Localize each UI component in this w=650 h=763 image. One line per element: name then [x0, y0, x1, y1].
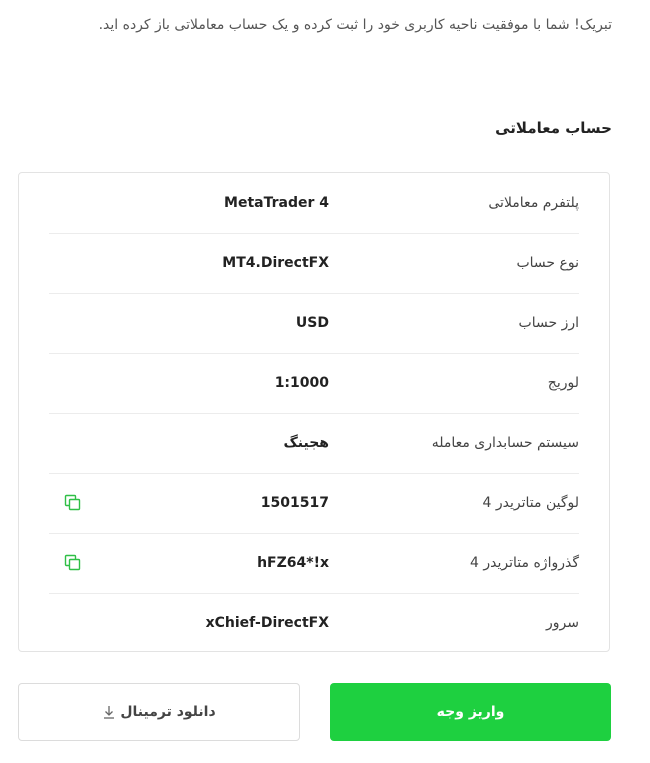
deposit-button[interactable]: واریز وجه: [330, 683, 611, 741]
row-label: نوع حساب: [516, 255, 579, 271]
download-terminal-button[interactable]: دانلود ترمینال: [18, 683, 300, 741]
intro-message: تبریک! شما با موفقیت ناحیه کاربری خود را…: [98, 17, 612, 33]
row-login: لوگین متاتریدر 4 1501517: [49, 473, 579, 534]
row-label: لوگین متاتریدر 4: [482, 495, 579, 511]
row-label: سرور: [546, 615, 579, 631]
row-value: hFZ64*!x: [257, 555, 329, 571]
row-password: گذرواژه متاتریدر 4 hFZ64*!x: [49, 533, 579, 594]
row-value: هجینگ: [283, 435, 329, 451]
row-accounting-system: سیستم حسابداری معامله هجینگ: [49, 413, 579, 474]
row-value: USD: [295, 315, 329, 331]
row-value: 1501517: [260, 495, 329, 511]
row-label: ارز حساب: [518, 315, 579, 331]
row-value: 1:1000: [274, 375, 329, 391]
copy-password-icon[interactable]: [63, 553, 83, 573]
row-leverage: لوریج 1:1000: [49, 353, 579, 414]
account-details-card: پلتفرم معاملاتی MetaTrader 4 نوع حساب MT…: [18, 172, 610, 652]
row-server: سرور xChief-DirectFX: [49, 593, 579, 653]
row-currency: ارز حساب USD: [49, 293, 579, 354]
row-platform: پلتفرم معاملاتی MetaTrader 4: [49, 173, 579, 234]
copy-login-icon[interactable]: [63, 493, 83, 513]
row-account-type: نوع حساب MT4.DirectFX: [49, 233, 579, 294]
row-label: گذرواژه متاتریدر 4: [470, 555, 579, 571]
row-value: MetaTrader 4: [224, 195, 329, 211]
row-label: لوریج: [547, 375, 579, 391]
row-value: MT4.DirectFX: [222, 255, 329, 271]
section-title: حساب معاملاتی: [495, 119, 612, 137]
account-created-page: تبریک! شما با موفقیت ناحیه کاربری خود را…: [0, 0, 650, 763]
row-value: xChief-DirectFX: [205, 615, 329, 631]
deposit-button-label: واریز وجه: [436, 704, 505, 720]
download-button-label: دانلود ترمینال: [120, 704, 216, 720]
download-arrow-icon: [102, 705, 116, 719]
row-label: سیستم حسابداری معامله: [431, 435, 579, 451]
row-label: پلتفرم معاملاتی: [488, 195, 579, 211]
